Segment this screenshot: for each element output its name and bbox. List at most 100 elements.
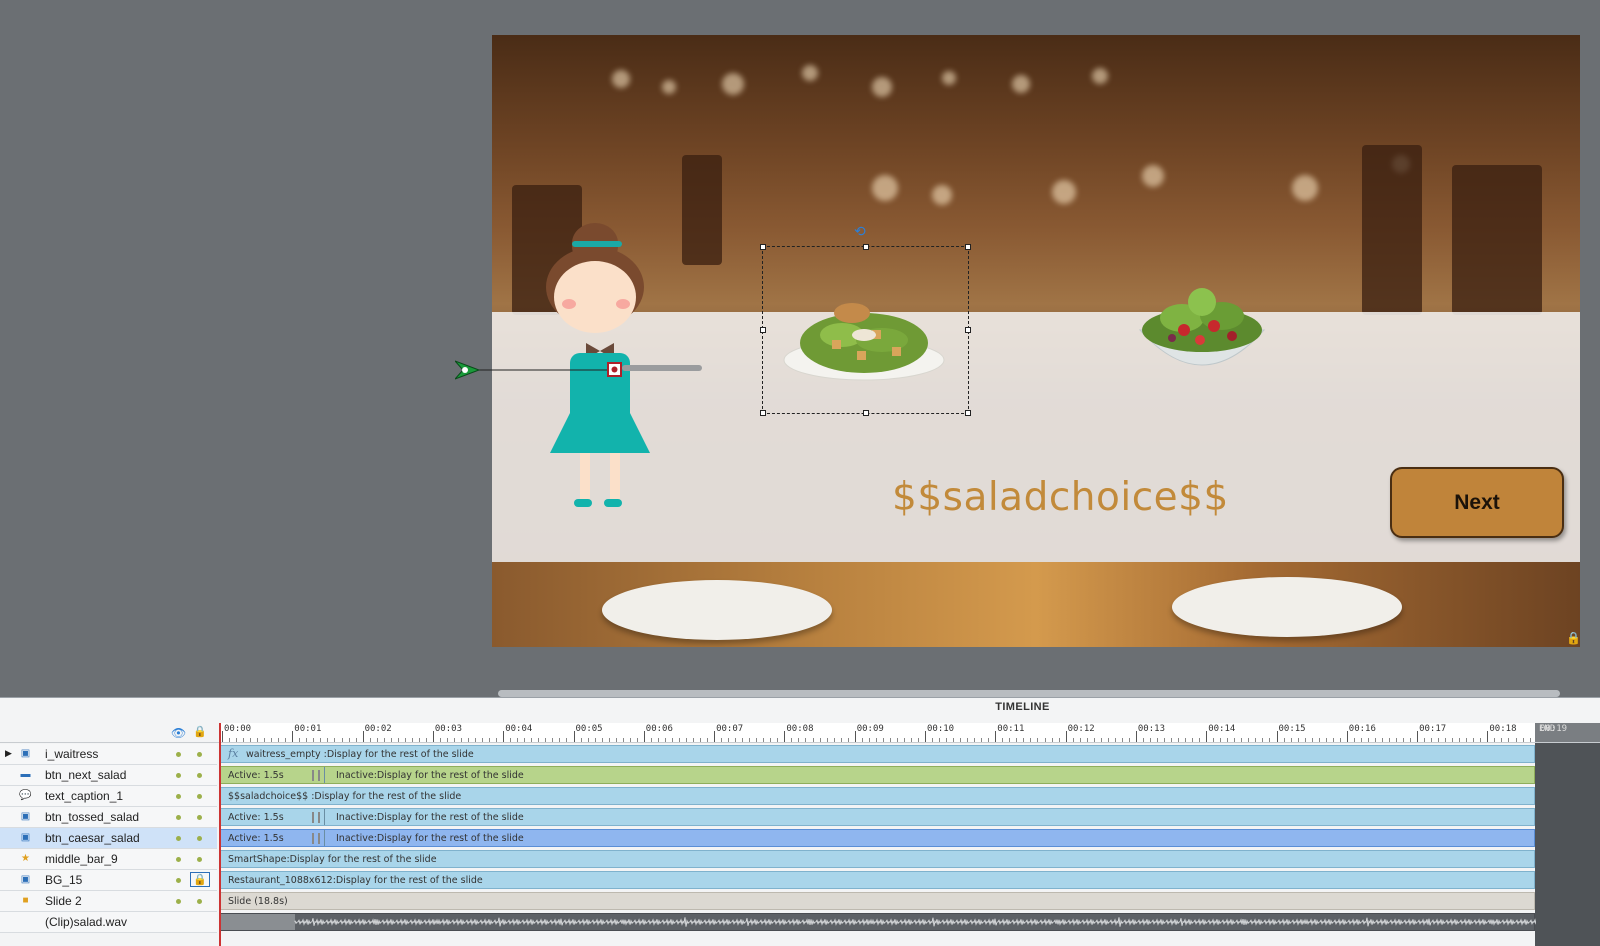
lock-icon[interactable]: 🔒	[190, 872, 210, 887]
segment-divider	[324, 830, 325, 846]
resize-handle[interactable]	[965, 410, 971, 416]
horizontal-scrollbar[interactable]	[498, 690, 1560, 697]
lock-toggle[interactable]	[197, 773, 202, 778]
timeline-track[interactable]: fx waitress_empty :Display for the rest o…	[219, 745, 1535, 763]
timeline-ruler[interactable]: 00:00 00:01 00:02 00:03 00:04 00:05 00:06 00:07…	[219, 723, 1552, 742]
layer-row[interactable]: (Clip)salad.wav	[0, 912, 1600, 933]
ruler-tick	[1346, 731, 1348, 742]
resize-handle[interactable]	[965, 244, 971, 250]
motion-path[interactable]	[455, 360, 705, 380]
lock-icon[interactable]: 🔒	[193, 725, 207, 738]
layer-name-cell[interactable]: ▶ ▣ i_waitress	[0, 744, 217, 765]
visibility-toggle[interactable]	[176, 752, 181, 757]
layer-name-cell[interactable]: ★ middle_bar_9	[0, 849, 217, 870]
timeline-track[interactable]: $$saladchoice$$ :Display for the rest of…	[219, 787, 1535, 805]
layer-row[interactable]: ▬ btn_next_salad Active: 1.5s Inactive:Disp…	[0, 765, 1600, 786]
ruler-minor-tick	[1178, 738, 1180, 742]
expand-arrow-icon[interactable]: ▶	[5, 748, 12, 759]
rotate-handle-icon[interactable]: ⟲	[854, 223, 866, 240]
playhead[interactable]	[219, 723, 221, 946]
resize-handle[interactable]	[760, 410, 766, 416]
lock-toggle[interactable]	[197, 752, 202, 757]
ruler-minor-tick	[826, 738, 828, 742]
eye-icon[interactable]: 👁	[171, 726, 186, 740]
ruler-minor-tick	[1473, 738, 1475, 742]
resize-handle[interactable]	[863, 244, 869, 250]
timeline-track[interactable]	[219, 913, 1536, 931]
layer-label: btn_tossed_salad	[45, 810, 140, 824]
ruler-tick-label: 00:12	[1067, 724, 1095, 734]
timeline-track[interactable]: Active: 1.5s Inactive:Display for the res…	[219, 766, 1535, 784]
resize-handle[interactable]	[760, 244, 766, 250]
ruler-minor-tick	[833, 738, 835, 742]
timeline-track[interactable]: Active: 1.5s Inactive:Display for the res…	[219, 829, 1535, 847]
layer-row[interactable]: ▶ ▣ i_waitress fx waitress_empty :Display fo…	[0, 744, 1600, 765]
resize-handle[interactable]	[863, 410, 869, 416]
background-chair	[682, 155, 722, 265]
lock-toggle[interactable]	[197, 836, 202, 841]
lock-toggle[interactable]	[197, 815, 202, 820]
pause-icon[interactable]	[312, 770, 320, 781]
selection-bounding-box[interactable]	[760, 244, 971, 416]
layer-row[interactable]: ▣ BG_15 🔒 Restaurant_1088x612:Display for t…	[0, 870, 1600, 891]
visibility-toggle[interactable]	[176, 878, 181, 883]
ruler-minor-tick	[1192, 738, 1194, 742]
visibility-toggle[interactable]	[176, 836, 181, 841]
timeline-track[interactable]: Restaurant_1088x612:Display for the rest…	[219, 871, 1535, 889]
visibility-toggle[interactable]	[176, 857, 181, 862]
layer-name-cell[interactable]: ■ Slide 2	[0, 891, 217, 912]
pause-icon[interactable]	[312, 812, 320, 823]
layer-row[interactable]: ▣ btn_caesar_salad Active: 1.5s Inactive:Di…	[0, 828, 1600, 849]
ruler-tick	[222, 731, 223, 742]
image-icon: ▣	[20, 832, 31, 843]
background-light	[1292, 175, 1318, 201]
lock-toggle[interactable]	[197, 857, 202, 862]
ruler-minor-tick	[981, 738, 983, 742]
next-button[interactable]: Next	[1390, 467, 1564, 538]
segment-divider	[324, 767, 325, 783]
ruler-minor-tick	[819, 738, 821, 742]
lock-toggle[interactable]	[197, 794, 202, 799]
layer-name-cell[interactable]: (Clip)salad.wav	[0, 912, 217, 933]
effect-icon[interactable]: fx	[228, 747, 238, 760]
tossed-salad-button[interactable]	[1132, 280, 1272, 390]
ruler-tick-label: 00:16	[1348, 724, 1376, 734]
ruler-minor-tick	[601, 738, 603, 742]
layer-row[interactable]: ★ middle_bar_9 SmartShape:Display for the …	[0, 849, 1600, 870]
background-light	[722, 73, 744, 95]
timeline-track[interactable]: Active: 1.5s Inactive:Display for the res…	[219, 808, 1535, 826]
visibility-toggle[interactable]	[176, 773, 181, 778]
layer-name-cell[interactable]: 💬 text_caption_1	[0, 786, 217, 807]
layer-name-cell[interactable]: ▬ btn_next_salad	[0, 765, 217, 786]
layer-row[interactable]: 💬 text_caption_1 $$saladchoice$$ :Display …	[0, 786, 1600, 807]
star-icon: ★	[21, 853, 30, 864]
resize-handle[interactable]	[965, 327, 971, 333]
layer-name-cell[interactable]: ▣ btn_tossed_salad	[0, 807, 217, 828]
layer-name-cell[interactable]: ▣ btn_caesar_salad	[0, 828, 217, 849]
timeline-track[interactable]: Slide (18.8s)	[219, 892, 1535, 910]
layer-row[interactable]: ▣ btn_tossed_salad Active: 1.5s Inactive:Di…	[0, 807, 1600, 828]
ruler-minor-tick	[1009, 738, 1011, 742]
salad-choice-caption[interactable]: $$saladchoice$$	[892, 475, 1292, 520]
visibility-toggle[interactable]	[176, 815, 181, 820]
ruler-minor-tick	[798, 738, 800, 742]
ruler-minor-tick	[1325, 738, 1327, 742]
resize-handle[interactable]	[760, 327, 766, 333]
ruler-minor-tick	[1396, 738, 1397, 742]
layer-name-cell[interactable]: ▣ BG_15 🔒	[0, 870, 217, 891]
ruler-minor-tick	[545, 738, 547, 742]
timeline-track[interactable]: SmartShape:Display for the rest of the s…	[219, 850, 1535, 868]
ruler-minor-tick	[629, 738, 631, 742]
visibility-toggle[interactable]	[176, 899, 181, 904]
ruler-minor-tick	[988, 738, 990, 742]
active-duration-label: Active: 1.5s	[228, 770, 284, 781]
pause-icon[interactable]	[312, 833, 320, 844]
lock-toggle[interactable]	[197, 899, 202, 904]
ruler-tick	[714, 731, 716, 742]
background-light	[872, 175, 898, 201]
ruler-tick	[503, 731, 505, 742]
ruler-tick-label: 00:02	[364, 724, 392, 734]
layer-row[interactable]: ■ Slide 2 Slide (18.8s)	[0, 891, 1600, 912]
slide-canvas[interactable]: ⟲ $$saladchoice$$ Next 🔒	[492, 35, 1580, 647]
visibility-toggle[interactable]	[176, 794, 181, 799]
